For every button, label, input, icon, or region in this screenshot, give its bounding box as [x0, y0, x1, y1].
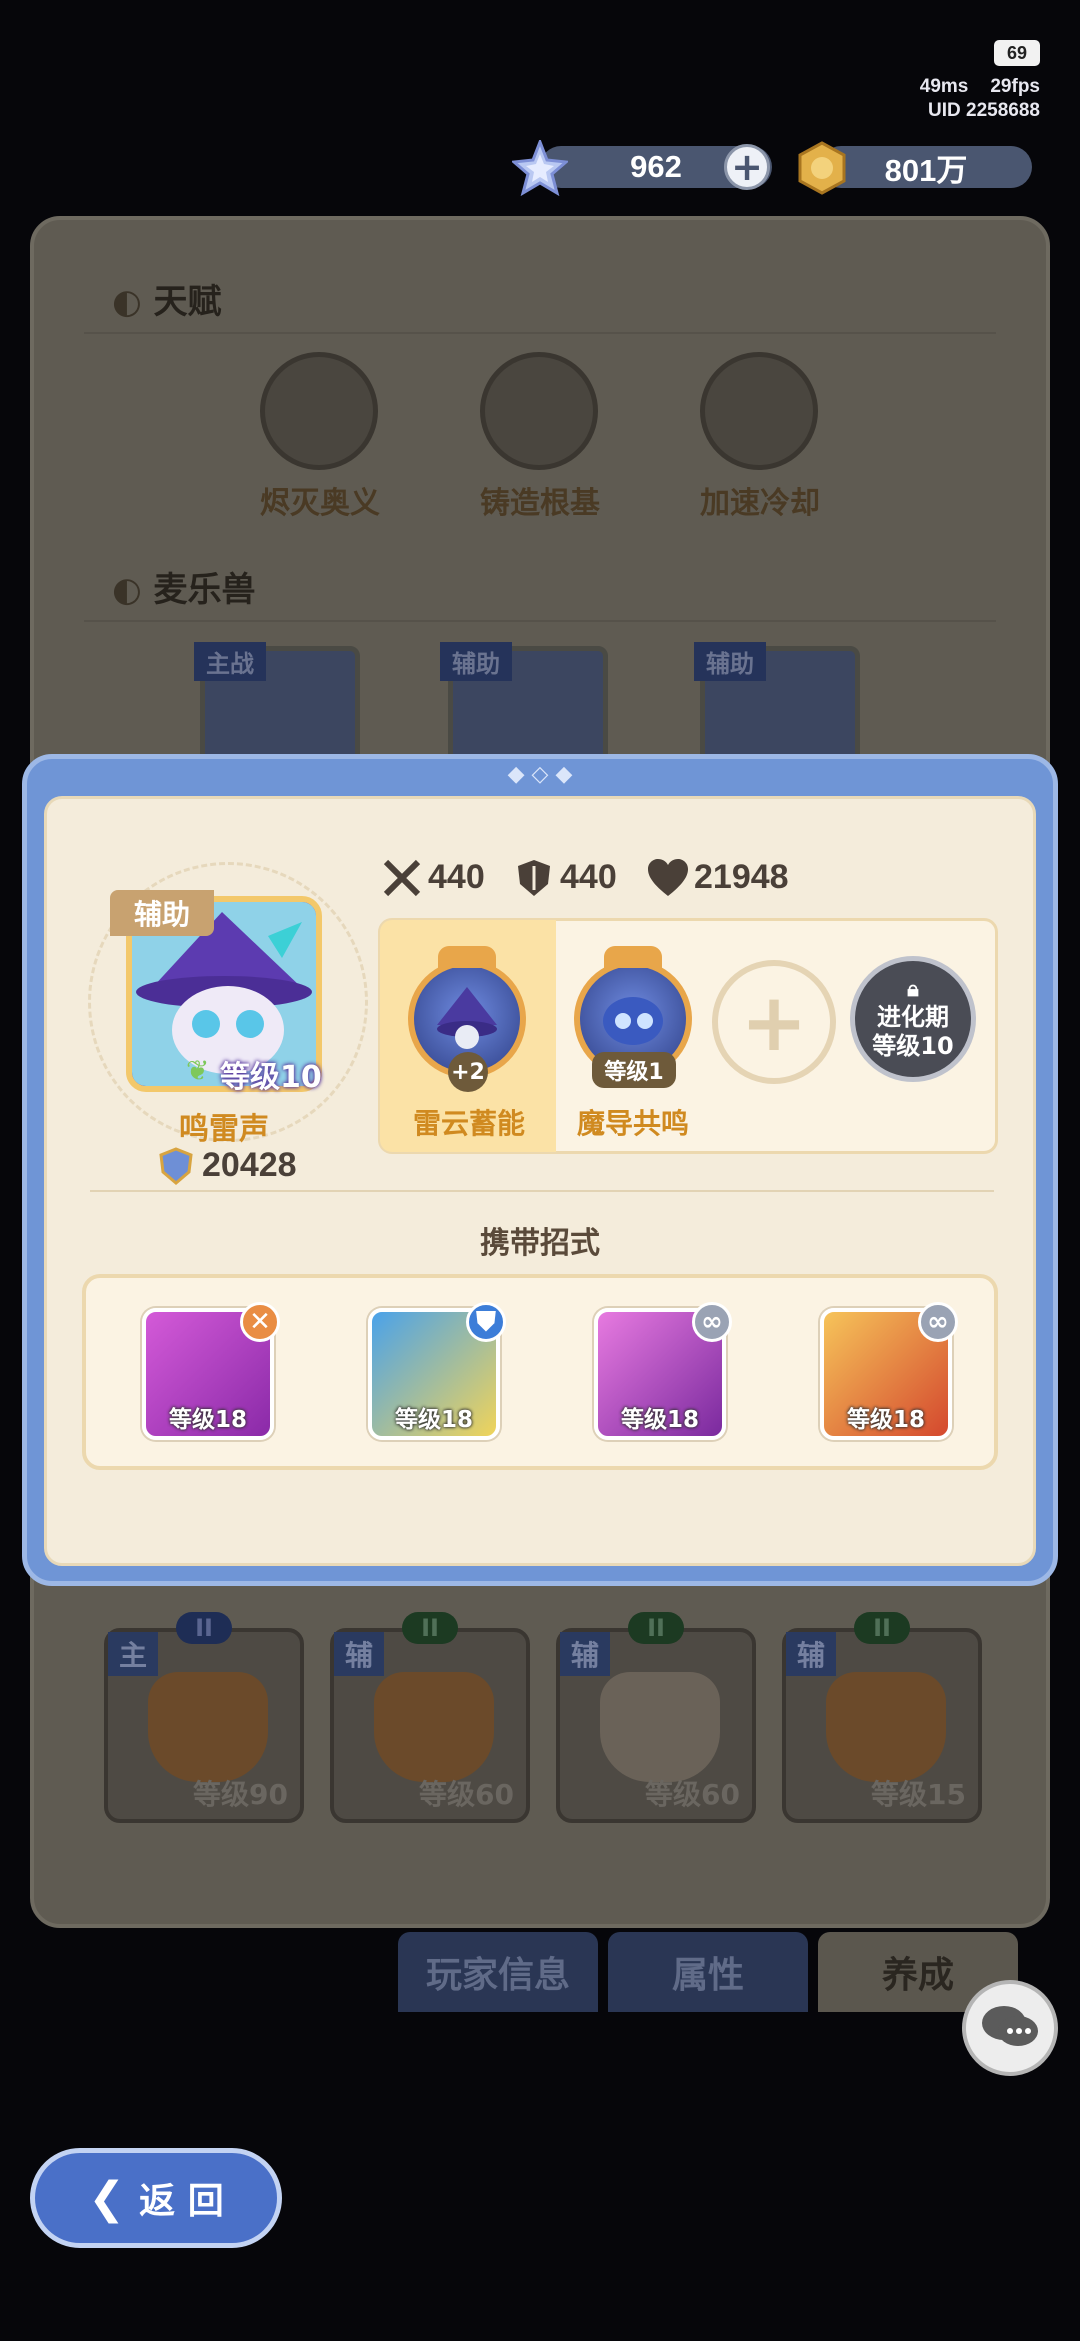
team-rank-2: II: [402, 1612, 458, 1644]
power-shield-icon: [156, 1146, 196, 1186]
pet-level: 等级10: [220, 1060, 322, 1095]
talent-icon-2[interactable]: [480, 352, 598, 470]
role-tag: 辅助: [110, 890, 214, 936]
locked-trait-slot[interactable]: 🔒︎ 进化期 等级10: [850, 956, 976, 1082]
move-slot-2[interactable]: 等级18 ⛊: [368, 1302, 506, 1440]
divider: [90, 1190, 994, 1192]
beast-tag-2: 辅助: [440, 642, 512, 681]
uid-readout: UID 2258688: [928, 100, 1040, 121]
beast-tag-3: 辅助: [694, 642, 766, 681]
hp-heart-icon: [646, 858, 690, 898]
locked-slot-line-1: 进化期: [877, 1003, 949, 1032]
move-slot-4[interactable]: 等级18 ∞: [820, 1302, 958, 1440]
talent-section-title: ◐ 天赋: [112, 282, 222, 322]
status-bar: 69 49ms 29fps UID 2258688: [920, 40, 1040, 122]
link-icon: ∞: [692, 1302, 732, 1342]
trait-badge-1: +2: [448, 1052, 488, 1092]
beast-tag-1: 主战: [194, 642, 266, 681]
move-slot-3[interactable]: 等级18 ∞: [594, 1302, 732, 1440]
gem-amount: 962: [630, 149, 682, 184]
talent-label-3: 加速冷却: [700, 486, 820, 521]
defense-icon: [514, 858, 554, 898]
team-rank-4: II: [854, 1612, 910, 1644]
trait-label-2: 魔导共鸣: [576, 1107, 689, 1140]
add-trait-slot[interactable]: +: [712, 960, 836, 1084]
defense-value: 440: [560, 858, 617, 896]
back-arrow-icon: ❮: [88, 2172, 126, 2224]
team-rank-1: II: [176, 1612, 232, 1644]
talent-label-2: 铸造根基: [480, 486, 600, 521]
pet-name: 鸣雷声: [179, 1112, 269, 1147]
trait-label-1: 雷云蓄能: [412, 1107, 525, 1140]
team-slot-2[interactable]: 辅 等级60: [330, 1628, 530, 1823]
shield-icon: ⛊: [466, 1302, 506, 1342]
move-level: 等级18: [620, 1407, 699, 1433]
divider: [84, 620, 996, 622]
move-level: 等级18: [394, 1407, 473, 1433]
fps-readout: 29fps: [990, 76, 1040, 97]
team-slot-3[interactable]: 辅 等级60: [556, 1628, 756, 1823]
coin-icon: [794, 140, 850, 196]
team-slot-1[interactable]: 主 等级90: [104, 1628, 304, 1823]
talent-icon-3[interactable]: [700, 352, 818, 470]
chat-button[interactable]: [962, 1980, 1058, 2076]
divider: [84, 332, 996, 334]
hp-value: 21948: [694, 858, 789, 896]
battery-indicator: 69: [994, 40, 1040, 66]
coin-counter: 801万: [820, 146, 1032, 188]
coin-amount: 801万: [884, 152, 968, 188]
add-gems-button[interactable]: +: [724, 144, 770, 190]
pet-power: 20428: [202, 1146, 297, 1184]
cat-ears-icon: [604, 946, 662, 968]
back-button-label: 返 回: [139, 2181, 224, 2222]
chat-bubble-icon: [982, 2006, 1038, 2046]
attack-icon: [382, 858, 422, 898]
trait-badge-2: 等级1: [592, 1052, 676, 1088]
gem-icon: [512, 140, 568, 196]
plus-icon: +: [740, 975, 808, 1069]
attack-value: 440: [428, 858, 485, 896]
sprout-icon: ❦: [186, 1054, 210, 1087]
move-slot-1[interactable]: 等级18 ✕: [142, 1302, 280, 1440]
move-level: 等级18: [846, 1407, 925, 1433]
cross-icon: ✕: [240, 1302, 280, 1342]
team-slot-4[interactable]: 辅 等级15: [782, 1628, 982, 1823]
move-level: 等级18: [168, 1407, 247, 1433]
team-rank-3: II: [628, 1612, 684, 1644]
back-button[interactable]: ❮ 返 回: [30, 2148, 282, 2248]
modal-ornament: ◆ ◇ ◆: [507, 761, 573, 787]
locked-slot-line-2: 等级10: [872, 1032, 954, 1061]
moves-title: 携带招式: [480, 1226, 600, 1261]
tab-player-info[interactable]: 玩家信息: [398, 1932, 598, 2012]
lock-icon: 🔒︎: [907, 977, 919, 1002]
talent-label-1: 烬灭奥义: [260, 486, 380, 521]
link-icon: ∞: [918, 1302, 958, 1342]
ping-readout: 49ms: [919, 76, 969, 97]
cat-ears-icon: [438, 946, 496, 968]
talent-icon-1[interactable]: [260, 352, 378, 470]
tab-attributes[interactable]: 属性: [608, 1932, 808, 2012]
beasts-section-title: ◐ 麦乐兽: [112, 570, 256, 610]
